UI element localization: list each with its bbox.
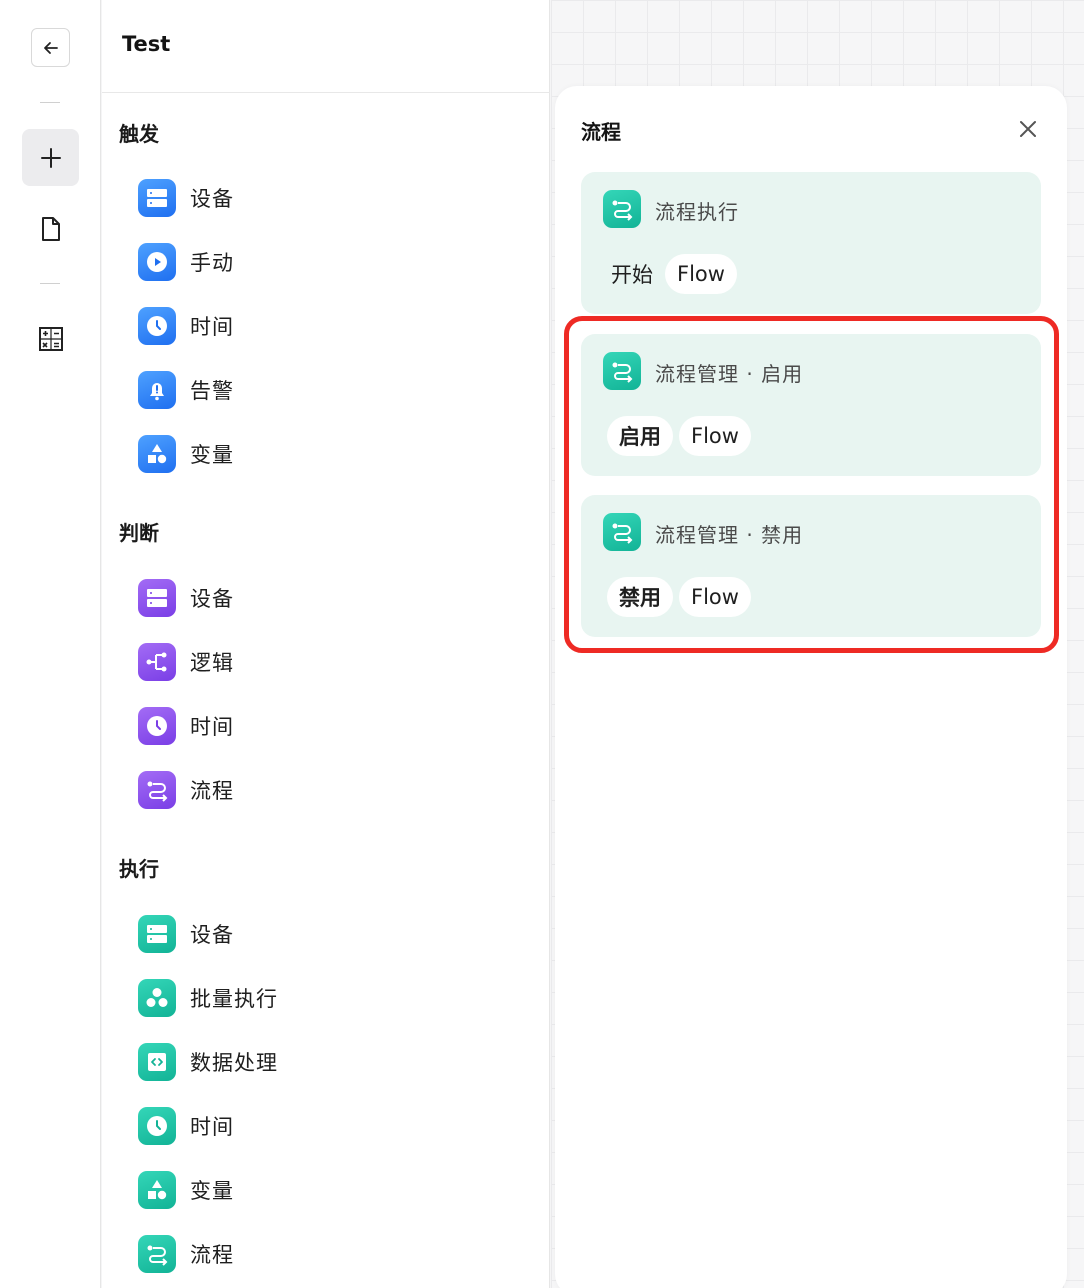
palette-item-label: 手动 (190, 251, 234, 275)
card-title: 流程执行 (655, 200, 739, 224)
code-icon (138, 1043, 176, 1081)
palette-item-label: 设备 (190, 923, 234, 947)
clock-icon (138, 707, 176, 745)
left-rail (0, 0, 101, 1288)
clock-icon (138, 1107, 176, 1145)
palette-item-label: 时间 (190, 715, 234, 739)
flow-icon (603, 190, 641, 228)
node-palette: Test 触发 设备 手动 时间 告警 变量 判断 设备 逻辑 时间 流程 执行… (102, 0, 550, 1288)
palette-item-trigger-time[interactable]: 时间 (138, 303, 518, 349)
palette-item-label: 变量 (190, 443, 234, 467)
flow-icon (138, 771, 176, 809)
page-title: Test (122, 32, 171, 56)
document-icon (42, 217, 60, 241)
close-icon (1020, 121, 1036, 137)
palette-item-condition-time[interactable]: 时间 (138, 703, 518, 749)
server-icon (138, 915, 176, 953)
palette-item-trigger-alarm[interactable]: 告警 (138, 367, 518, 413)
server-icon (138, 179, 176, 217)
palette-item-action-flow[interactable]: 流程 (138, 1231, 518, 1277)
palette-item-label: 设备 (190, 587, 234, 611)
card-title: 流程管理 · 禁用 (655, 523, 804, 547)
shapes-icon (138, 1171, 176, 1209)
flow-drawer: 流程 流程执行 开始 Flow 流程管理 · 启用 启用 Flow 流程管理 ·… (555, 86, 1067, 1288)
palette-item-label: 时间 (190, 1115, 234, 1139)
card-title: 流程管理 · 启用 (655, 362, 804, 386)
calculator-icon (39, 327, 63, 351)
palette-item-label: 逻辑 (190, 651, 234, 675)
chip-row: 开始 Flow (609, 254, 737, 294)
document-button[interactable] (33, 210, 69, 248)
palette-item-action-variable[interactable]: 变量 (138, 1167, 518, 1213)
header-divider (102, 92, 550, 93)
chip-action: 启用 (607, 416, 673, 456)
flow-icon (603, 513, 641, 551)
palette-item-condition-logic[interactable]: 逻辑 (138, 639, 518, 685)
palette-item-action-time[interactable]: 时间 (138, 1103, 518, 1149)
alarm-bell-icon (138, 371, 176, 409)
palette-item-trigger-manual[interactable]: 手动 (138, 239, 518, 285)
chip-flow: Flow (665, 254, 737, 294)
flow-icon (138, 1235, 176, 1273)
clock-icon (138, 307, 176, 345)
drawer-title: 流程 (581, 120, 621, 144)
palette-item-label: 设备 (190, 187, 234, 211)
palette-item-trigger-device[interactable]: 设备 (138, 175, 518, 221)
shapes-icon (138, 435, 176, 473)
branch-icon (138, 643, 176, 681)
arrow-left-icon (43, 41, 58, 54)
palette-item-label: 流程 (190, 779, 234, 803)
palette-item-label: 告警 (190, 379, 234, 403)
variables-button[interactable] (33, 320, 69, 358)
server-icon (138, 579, 176, 617)
palette-item-label: 批量执行 (190, 987, 278, 1011)
palette-item-action-device[interactable]: 设备 (138, 911, 518, 957)
palette-item-action-data[interactable]: 数据处理 (138, 1039, 518, 1085)
play-icon (138, 243, 176, 281)
section-title-action: 执行 (119, 857, 159, 881)
chip-action: 禁用 (607, 577, 673, 617)
chip-flow: Flow (679, 577, 751, 617)
palette-item-label: 数据处理 (190, 1051, 278, 1075)
palette-item-trigger-variable[interactable]: 变量 (138, 431, 518, 477)
flow-card-disable[interactable]: 流程管理 · 禁用 禁用 Flow (581, 495, 1041, 637)
back-button[interactable] (31, 28, 70, 67)
rail-divider (40, 102, 60, 103)
rail-divider (40, 283, 60, 284)
flow-card-execute[interactable]: 流程执行 开始 Flow (581, 172, 1041, 314)
close-button[interactable] (1015, 116, 1041, 142)
chip-action: 开始 (611, 263, 653, 287)
palette-item-condition-flow[interactable]: 流程 (138, 767, 518, 813)
plus-icon (40, 147, 61, 168)
batch-icon (138, 979, 176, 1017)
add-node-button[interactable] (22, 129, 79, 186)
palette-item-label: 时间 (190, 315, 234, 339)
chip-flow: Flow (679, 416, 751, 456)
palette-item-label: 流程 (190, 1243, 234, 1267)
section-title-trigger: 触发 (119, 122, 159, 146)
palette-item-label: 变量 (190, 1179, 234, 1203)
chip-row: 启用 Flow (607, 416, 751, 456)
palette-item-condition-device[interactable]: 设备 (138, 575, 518, 621)
palette-item-action-batch[interactable]: 批量执行 (138, 975, 518, 1021)
flow-card-enable[interactable]: 流程管理 · 启用 启用 Flow (581, 334, 1041, 476)
chip-row: 禁用 Flow (607, 577, 751, 617)
flow-icon (603, 352, 641, 390)
section-title-condition: 判断 (119, 521, 159, 545)
